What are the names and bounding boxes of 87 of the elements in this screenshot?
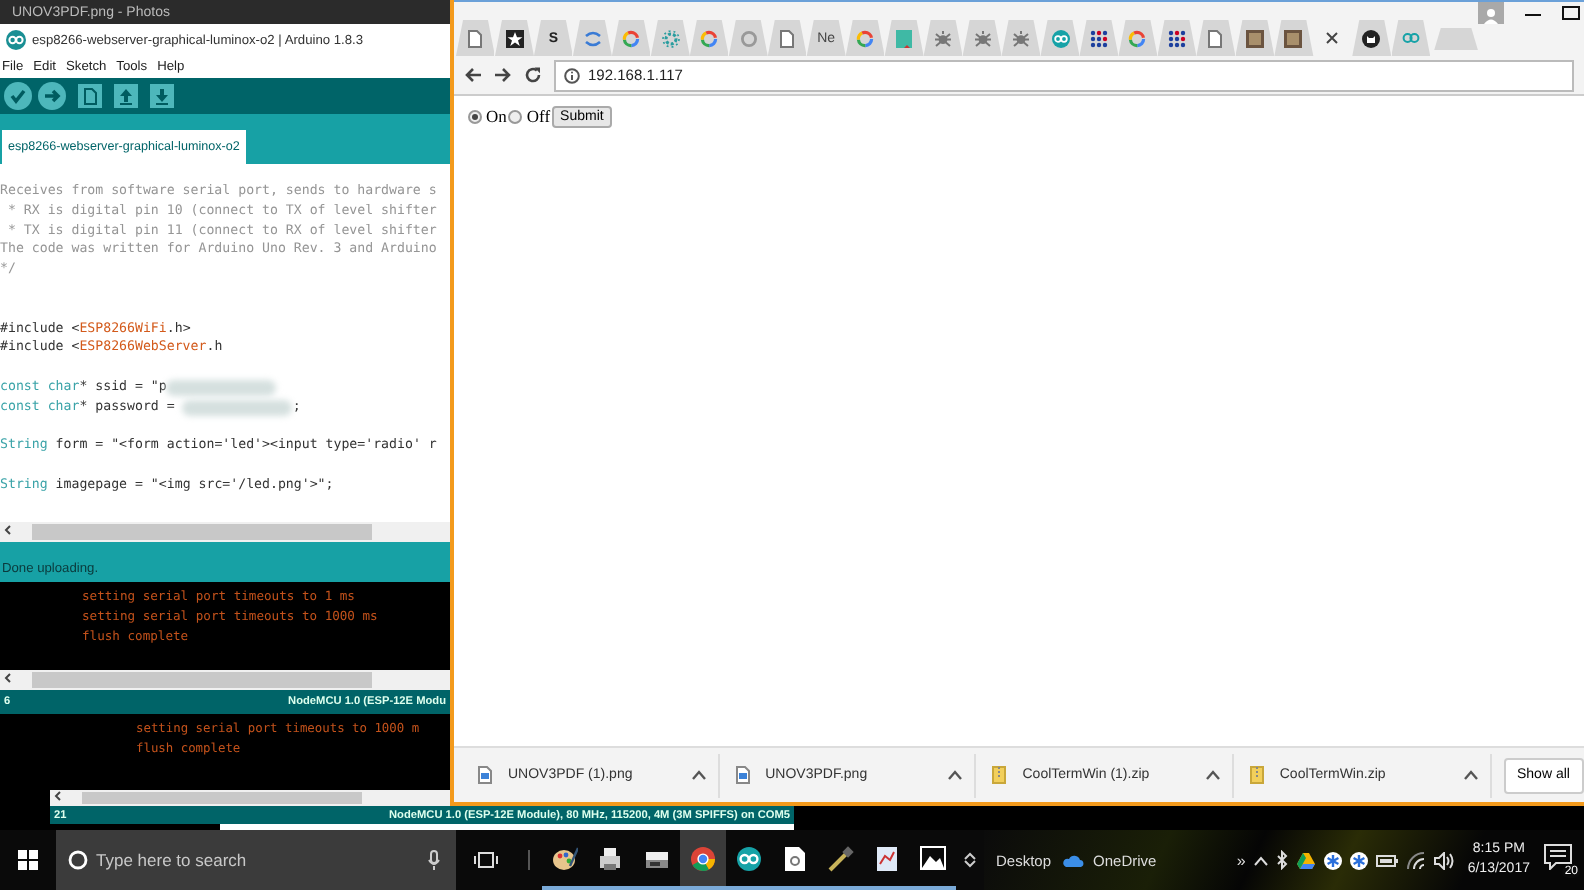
search-field[interactable]: Type here to search — [96, 850, 420, 870]
radio-label: On — [486, 106, 507, 126]
horizontal-scrollbar[interactable] — [50, 790, 450, 806]
close-icon[interactable] — [1326, 32, 1339, 44]
cable-icon — [828, 845, 854, 871]
dot-grid-icon — [1089, 29, 1108, 47]
infinity-logo-icon — [6, 30, 26, 50]
person-icon — [1484, 8, 1498, 24]
down-arrow-icon[interactable] — [150, 84, 174, 108]
colored-ring-icon — [856, 29, 875, 47]
document-icon — [784, 845, 806, 871]
back-arrow-icon[interactable] — [464, 66, 482, 84]
infinity-icon — [736, 845, 762, 871]
radio-label: Off — [526, 106, 551, 126]
color-wheel-icon — [690, 845, 716, 871]
scroll-left-icon[interactable] — [0, 672, 16, 688]
asterisk-icon[interactable] — [1349, 851, 1368, 869]
windows-logo-icon[interactable] — [18, 850, 38, 870]
chart-document-icon — [876, 845, 898, 871]
browser-tab[interactable] — [1352, 20, 1392, 56]
checkmark-icon[interactable] — [4, 82, 32, 110]
speaker-icon[interactable] — [1433, 851, 1454, 869]
browser-tab[interactable] — [1274, 20, 1314, 56]
dot-grid-icon — [1167, 29, 1186, 47]
browser-tab[interactable] — [1079, 20, 1119, 56]
scroll-up-icon[interactable] — [964, 852, 976, 860]
printer-icon — [598, 845, 624, 871]
swirl-icon — [583, 29, 602, 47]
bug-icon — [973, 29, 992, 47]
bug-icon — [1012, 29, 1031, 47]
battery-icon[interactable] — [1375, 853, 1398, 867]
task-view-icon[interactable] — [474, 852, 498, 868]
wifi-icon[interactable] — [1405, 851, 1426, 869]
caret-up-icon[interactable] — [691, 770, 706, 780]
scroll-thumb[interactable] — [82, 792, 362, 804]
book-icon — [896, 29, 913, 47]
photo-thumbnail-icon — [1284, 29, 1303, 47]
infinity-icon — [1401, 32, 1420, 44]
caret-up-icon[interactable] — [1205, 770, 1220, 780]
page-icon — [1208, 29, 1223, 47]
caret-up-icon[interactable] — [948, 770, 963, 780]
browser-tab[interactable] — [1235, 20, 1275, 56]
cloud-icon[interactable] — [1061, 853, 1084, 867]
colored-ring-icon — [622, 29, 641, 47]
browser-tab[interactable] — [494, 20, 534, 56]
colored-ring-icon — [1128, 29, 1147, 47]
photo-thumbnail-icon — [1245, 29, 1264, 47]
circle-icon — [68, 850, 88, 870]
info-icon — [564, 67, 580, 83]
forward-arrow-icon[interactable] — [494, 66, 512, 84]
star-icon — [505, 29, 524, 47]
zip-file-icon — [1249, 766, 1264, 784]
microphone-icon[interactable] — [428, 850, 440, 870]
horizontal-scrollbar[interactable] — [0, 670, 450, 690]
photos-icon — [920, 846, 946, 870]
new-file-icon[interactable] — [78, 84, 102, 108]
scroll-thumb[interactable] — [32, 672, 372, 688]
scroll-left-icon[interactable] — [0, 524, 16, 540]
reload-icon[interactable] — [524, 66, 542, 84]
scroll-thumb[interactable] — [32, 524, 372, 540]
browser-tab[interactable] — [1157, 20, 1197, 56]
scroll-down-icon[interactable] — [964, 860, 976, 868]
up-arrow-icon[interactable] — [114, 84, 138, 108]
maximize-icon[interactable] — [1562, 2, 1580, 20]
image-file-icon — [735, 766, 750, 784]
asterisk-icon[interactable] — [1323, 851, 1342, 869]
zip-file-icon — [992, 766, 1007, 784]
radio-button[interactable] — [468, 109, 482, 123]
search-bar[interactable]: Type here to search — [56, 830, 456, 890]
blurred-text — [166, 379, 277, 396]
radio-button[interactable] — [508, 109, 523, 123]
image-file-icon — [478, 766, 492, 784]
palette-icon — [552, 845, 578, 871]
page-icon — [468, 29, 483, 47]
blurred-text — [182, 399, 293, 416]
bug-icon — [934, 29, 953, 47]
overflow-chevron[interactable]: » — [1236, 851, 1246, 869]
triangle-drive-icon[interactable] — [1295, 851, 1316, 869]
ring-icon — [739, 29, 758, 47]
infinity-icon — [1051, 29, 1069, 47]
caret-up-icon[interactable] — [1463, 770, 1477, 780]
scroll-left-icon[interactable] — [50, 790, 66, 806]
bluetooth-icon[interactable] — [1275, 850, 1288, 870]
taskbar-app-button[interactable] — [680, 830, 726, 890]
horizontal-scrollbar[interactable] — [0, 522, 450, 542]
colored-ring-icon — [700, 29, 719, 47]
page-icon — [780, 29, 795, 47]
